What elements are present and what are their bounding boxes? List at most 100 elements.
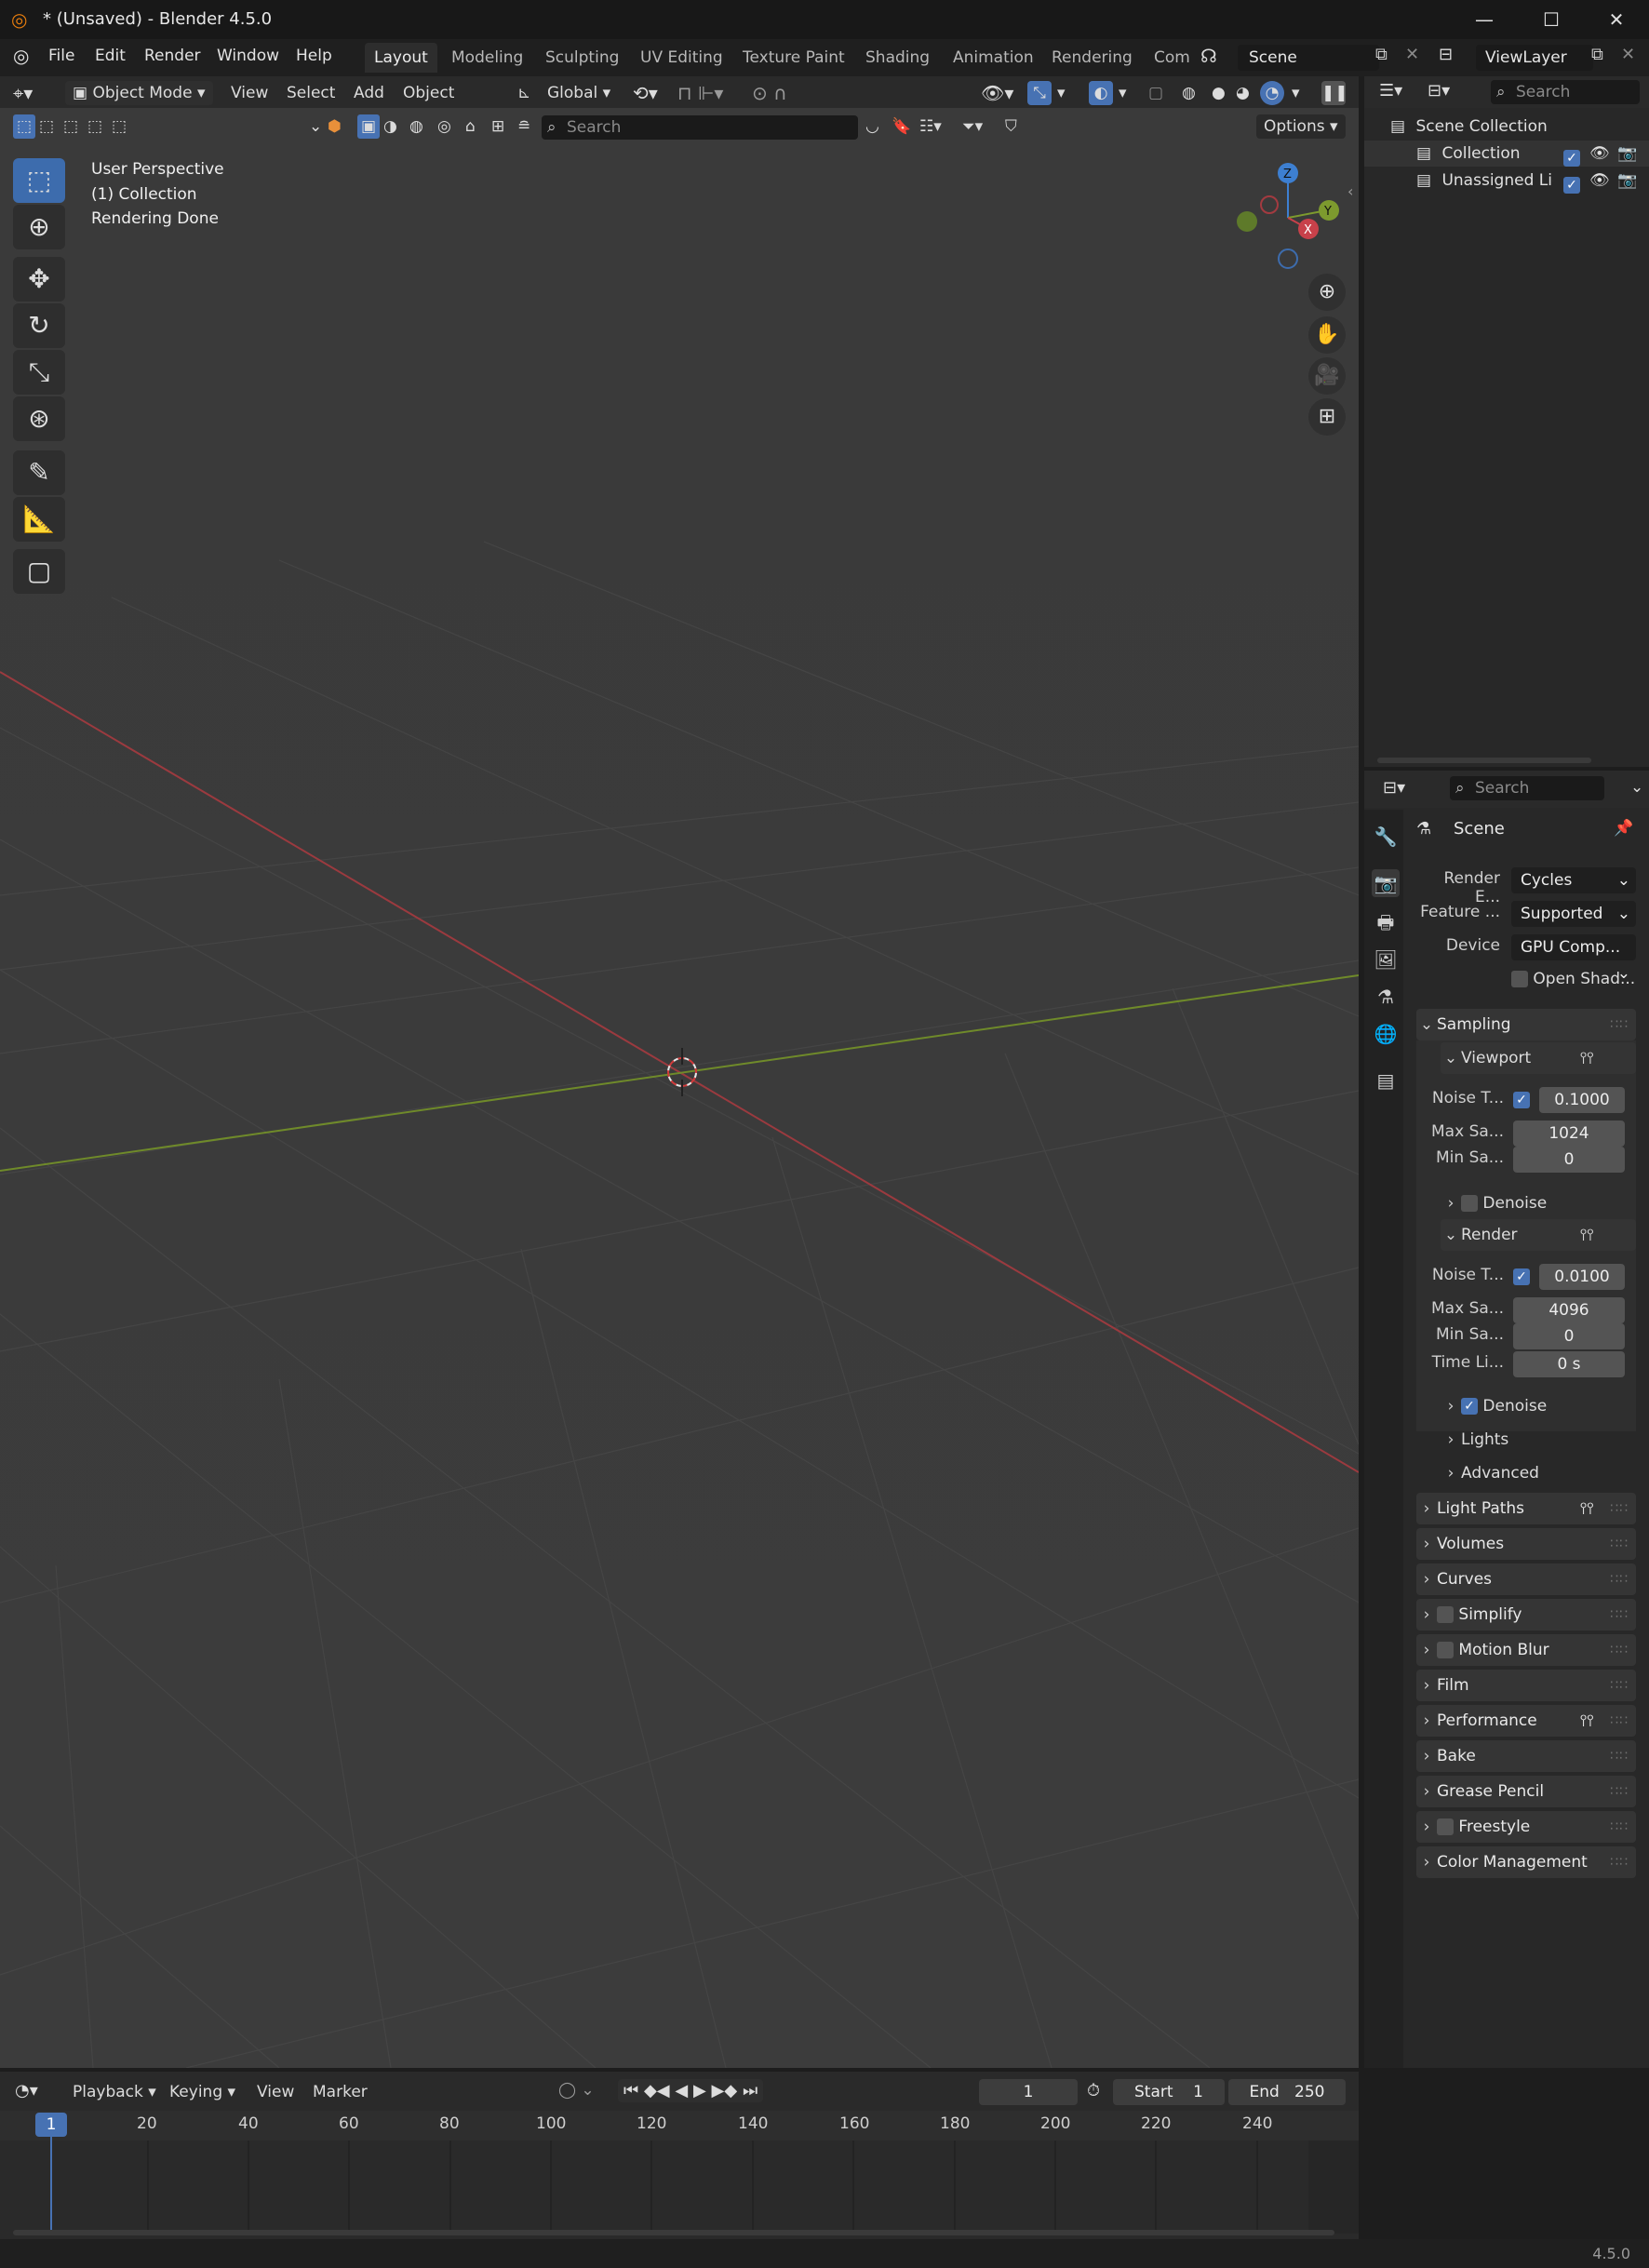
snap-icon[interactable]: ⊓ ⊩▾ xyxy=(677,81,723,105)
tab-animation[interactable]: Animation xyxy=(944,43,1043,73)
current-frame-field[interactable]: 1 xyxy=(979,2079,1078,2105)
start-frame-field[interactable]: Start 1 xyxy=(1113,2079,1225,2105)
drag-handle-icon[interactable]: ∷∷ xyxy=(1610,1493,1629,1524)
render-subpanel-header[interactable]: ⌄ Render ⫯⫯ xyxy=(1441,1219,1636,1251)
properties-options-icon[interactable]: ⌄ xyxy=(1630,778,1643,797)
add-cube-tool[interactable]: ▢ xyxy=(13,549,65,594)
visibility-icon[interactable]: 👁▾ xyxy=(981,81,1013,105)
material-shading-icon[interactable]: ◕ xyxy=(1236,81,1250,105)
drag-handle-icon[interactable]: ∷∷ xyxy=(1610,1670,1629,1701)
gizmo-toggle-icon[interactable]: ⤡ xyxy=(1027,81,1052,105)
render-engine-dropdown[interactable]: Cycles ⌄ xyxy=(1511,867,1636,893)
pan-hand-icon[interactable]: ✋ xyxy=(1308,316,1346,354)
tab-uv-editing[interactable]: UV Editing xyxy=(631,43,732,73)
curve-filter-icon[interactable]: ◑ xyxy=(383,114,397,139)
scale-tool[interactable]: ⤡ xyxy=(13,350,65,395)
render-tab-icon[interactable]: 📷 xyxy=(1372,869,1400,897)
properties-editor-type-icon[interactable]: ⊟▾ xyxy=(1383,778,1405,798)
drag-handle-icon[interactable]: ∷∷ xyxy=(1610,1776,1629,1807)
render-denoise-subpanel[interactable]: › ✓ Denoise xyxy=(1441,1392,1636,1420)
tool-tab-icon[interactable]: 🔧 xyxy=(1372,823,1400,851)
menu-select[interactable]: Select xyxy=(287,81,335,105)
select-intersect-icon[interactable]: ⬚ xyxy=(112,114,127,139)
motion-blur-panel-header[interactable]: › Motion Blur ∷∷ xyxy=(1416,1634,1636,1666)
tab-layout[interactable]: Layout xyxy=(365,43,437,73)
freestyle-panel-header[interactable]: › Freestyle ∷∷ xyxy=(1416,1811,1636,1843)
scene-tab-icon[interactable]: ⚗ xyxy=(1372,983,1400,1011)
new-scene-icon[interactable]: ⧉ xyxy=(1375,45,1388,64)
viewlayer-selector[interactable]: ViewLayer xyxy=(1476,45,1593,71)
simplify-panel-header[interactable]: › Simplify ∷∷ xyxy=(1416,1599,1636,1631)
bake-panel-header[interactable]: › Bake ∷∷ xyxy=(1416,1740,1636,1772)
select-difference-icon[interactable]: ⬚ xyxy=(87,114,102,139)
time-limit-field[interactable]: 0 s xyxy=(1513,1351,1625,1377)
tab-rendering[interactable]: Rendering xyxy=(1042,43,1142,73)
zoom-icon[interactable]: ⊕ xyxy=(1308,274,1346,311)
next-keyframe-icon[interactable]: ▶◆ xyxy=(712,2081,738,2100)
grease-pencil-panel-header[interactable]: › Grease Pencil ∷∷ xyxy=(1416,1776,1636,1807)
menu-file[interactable]: File xyxy=(48,47,74,65)
menu-playback[interactable]: Playback ▾ xyxy=(73,2083,156,2101)
rotate-tool[interactable]: ↻ xyxy=(13,303,65,348)
overlay-dropdown-icon[interactable]: ▾ xyxy=(1119,81,1127,105)
timeline-editor-type-icon[interactable]: ◔▾ xyxy=(15,2081,38,2100)
prev-keyframe-icon[interactable]: ◆◀ xyxy=(644,2081,670,2100)
outliner-row-unassigned-lights[interactable]: ▤ Unassigned Lig ✓ 👁 📷 xyxy=(1364,168,1649,194)
hierarchy-filter-icon[interactable]: ≘ xyxy=(517,114,530,139)
mode-dropdown[interactable]: ▣ Object Mode ▾ xyxy=(65,81,213,105)
shading-dropdown-icon[interactable]: ▾ xyxy=(1292,81,1300,105)
advanced-subpanel[interactable]: › Advanced xyxy=(1441,1459,1636,1487)
object-type-filter-icon[interactable]: ⬢ xyxy=(328,114,342,139)
eye-icon[interactable]: 👁 xyxy=(1589,141,1610,167)
lights-subpanel[interactable]: › Lights xyxy=(1441,1426,1636,1454)
sampling-panel-header[interactable]: ⌄ Sampling ∷∷ xyxy=(1416,1009,1636,1040)
tab-sculpting[interactable]: Sculpting xyxy=(536,43,628,73)
transform-tool[interactable]: ⊛ xyxy=(13,396,65,441)
timeline-scrollbar[interactable] xyxy=(13,2230,1334,2235)
select-box-tool[interactable]: ⬚ xyxy=(13,158,65,203)
playhead-frame-indicator[interactable]: 1 xyxy=(35,2113,67,2137)
presets-icon[interactable]: ⫯⫯ xyxy=(1580,1493,1594,1524)
gizmo-dropdown-icon[interactable]: ▾ xyxy=(1057,81,1066,105)
camera-render-icon[interactable]: 📷 xyxy=(1617,141,1637,167)
outliner-editor-type-icon[interactable]: ☰▾ xyxy=(1379,81,1402,101)
tab-shading[interactable]: Shading xyxy=(856,43,939,73)
viewport-max-samples-field[interactable]: 1024 xyxy=(1513,1121,1625,1147)
xray-icon[interactable]: ▢ xyxy=(1148,81,1163,105)
camera-render-icon[interactable]: 📷 xyxy=(1617,168,1637,194)
proportional-edit-icon[interactable]: ⊙ ∩ xyxy=(752,81,787,105)
pause-render-icon[interactable]: ❚❚ xyxy=(1321,81,1348,105)
menu-view[interactable]: View xyxy=(231,81,268,105)
color-management-panel-header[interactable]: › Color Management ∷∷ xyxy=(1416,1846,1636,1878)
menu-edit[interactable]: Edit xyxy=(95,47,126,65)
presets-icon[interactable]: ⫯⫯ xyxy=(1580,1219,1594,1251)
feature-set-dropdown[interactable]: Supported ⌄ xyxy=(1511,901,1636,927)
device-dropdown[interactable]: GPU Comp... ⌄ xyxy=(1511,934,1636,983)
shield-icon[interactable]: ⛉ xyxy=(1005,114,1017,139)
exclude-checkbox[interactable]: ✓ xyxy=(1563,172,1580,198)
eye-icon[interactable]: 👁 xyxy=(1589,168,1610,194)
wireframe-shading-icon[interactable]: ◍ xyxy=(1182,81,1196,105)
render-min-samples-field[interactable]: 0 xyxy=(1513,1323,1625,1349)
tab-texture-paint[interactable]: Texture Paint xyxy=(733,43,854,73)
drag-handle-icon[interactable]: ∷∷ xyxy=(1610,1528,1629,1560)
drag-handle-icon[interactable]: ∷∷ xyxy=(1610,1563,1629,1595)
navigation-gizmo[interactable]: Z Y X xyxy=(1225,156,1346,277)
scene-selector[interactable]: Scene xyxy=(1238,45,1379,71)
scene-icon[interactable]: ☊ xyxy=(1200,45,1217,67)
stopwatch-icon[interactable]: ⏱ xyxy=(1087,2081,1100,2100)
open-shading-checkbox[interactable]: Open Shad... xyxy=(1511,970,1635,988)
presets-icon[interactable]: ⫯⫯ xyxy=(1580,1705,1594,1737)
render-noise-checkbox[interactable]: ✓ xyxy=(1513,1268,1530,1286)
display-mode-icon[interactable]: ☷▾ xyxy=(919,114,942,139)
camera-view-icon[interactable]: 🎥 xyxy=(1308,357,1346,395)
mesh-filter-icon[interactable]: ▣ xyxy=(357,114,380,139)
properties-search-input[interactable]: ⌕ Search xyxy=(1450,776,1604,800)
collection-tab-icon[interactable]: ▤ xyxy=(1372,1067,1400,1094)
camera-filter-icon[interactable]: ◎ xyxy=(437,114,451,139)
performance-panel-header[interactable]: › Performance ⫯⫯ ∷∷ xyxy=(1416,1705,1636,1737)
output-tab-icon[interactable]: 🖶 xyxy=(1372,908,1400,936)
other-filter-icon[interactable]: ⊞ xyxy=(491,114,504,139)
light-paths-panel-header[interactable]: › Light Paths ⫯⫯ ∷∷ xyxy=(1416,1493,1636,1524)
viewport-subpanel-header[interactable]: ⌄ Viewport ⫯⫯ xyxy=(1441,1042,1636,1074)
